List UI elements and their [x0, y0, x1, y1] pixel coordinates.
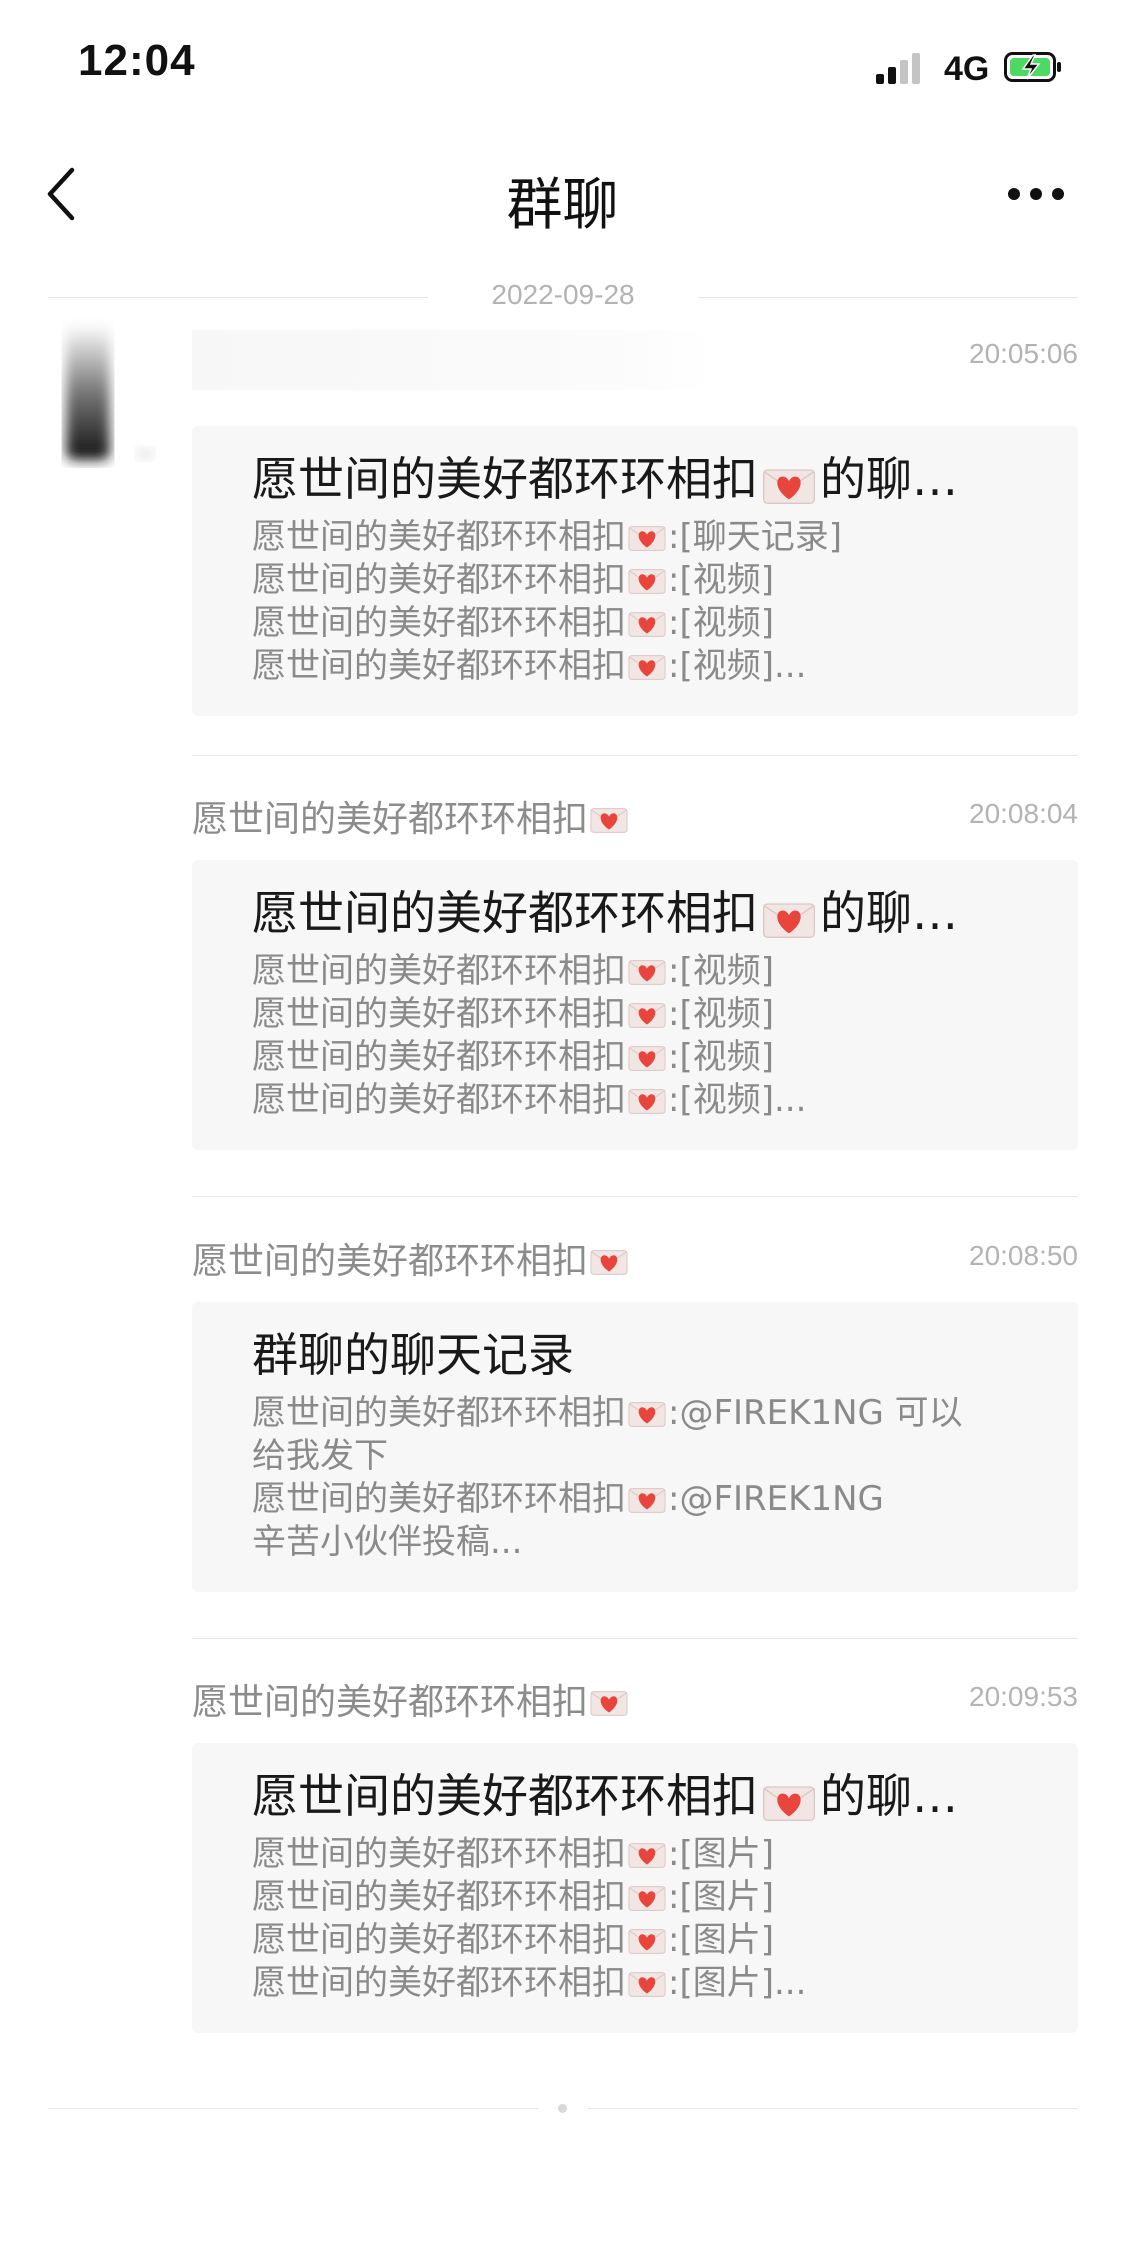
love-letter-icon [762, 459, 816, 504]
chat-record-card[interactable]: 愿世间的美好都环环相扣 的聊… 愿世间的美好都环环相扣:[视频] 愿世间的美好都环… [192, 860, 1078, 1150]
status-bar: 12:04 4G [0, 0, 1125, 120]
ellipsis-icon[interactable] [1008, 188, 1068, 202]
chat-record-card[interactable]: 愿世间的美好都环环相扣 的聊… 愿世间的美好都环环相扣:[聊天记录] 愿世间的美好… [192, 426, 1078, 716]
message-time: 20:08:50 [969, 1240, 1078, 1271]
record-line: 愿世间的美好都环环相扣:@FIREK1NG 可以 [252, 1393, 963, 1433]
love-letter-icon [628, 1084, 666, 1114]
message-time: 20:05:06 [969, 338, 1078, 369]
record-line: 愿世间的美好都环环相扣:[图片]... [252, 1963, 807, 2003]
date-divider: 2022-09-28 [48, 275, 1078, 319]
page-title: 群聊 [506, 173, 619, 238]
record-line: 愿世间的美好都环环相扣:[视频] [252, 603, 774, 643]
record-line: 愿世间的美好都环环相扣:[视频] [252, 951, 774, 991]
chat-record-card[interactable]: 群聊的聊天记录 愿世间的美好都环环相扣:@FIREK1NG 可以 给我发下 愿世… [192, 1302, 1078, 1592]
love-letter-icon [628, 1041, 666, 1071]
sender-name: 愿世间的美好都环环相扣 [192, 1232, 630, 1284]
message-item: 愿世间的美好都环环相扣 20:08:04 愿世间的美好都环环相扣 的聊… 愿世间的… [192, 790, 1078, 1180]
message-item: 愿世间的美好都环环相扣 20:09:53 愿世间的美好都环环相扣 的聊… 愿世间的… [192, 1673, 1078, 2063]
chat-record-card[interactable]: 愿世间的美好都环环相扣 的聊… 愿世间的美好都环环相扣:[图片] 愿世间的美好都环… [192, 1743, 1078, 2033]
divider [48, 2108, 538, 2109]
battery-charging-icon [1004, 52, 1064, 82]
divider [192, 755, 1078, 756]
record-line: 愿世间的美好都环环相扣:[视频] [252, 1037, 774, 1077]
love-letter-icon [628, 1397, 666, 1427]
status-time: 12:04 [78, 36, 196, 85]
love-letter-icon [590, 803, 628, 833]
record-line: 愿世间的美好都环环相扣:[图片] [252, 1877, 774, 1917]
record-line: 愿世间的美好都环环相扣:[图片] [252, 1834, 774, 1874]
card-title: 愿世间的美好都环环相扣 的聊… [252, 1769, 958, 1823]
record-line: 愿世间的美好都环环相扣:[视频] [252, 994, 774, 1034]
love-letter-icon [628, 1881, 666, 1911]
record-line: 给我发下 [252, 1436, 388, 1476]
record-line: 愿世间的美好都环环相扣:[视频]... [252, 646, 807, 686]
record-line: 辛苦小伙伴投稿... [252, 1522, 523, 1562]
message-time: 20:09:53 [969, 1681, 1078, 1712]
message-item: 20:05:06 愿世间的美好都环环相扣 的聊… 愿世间的美好都环环相扣:[聊天记… [192, 330, 1078, 720]
avatar[interactable] [50, 318, 160, 468]
record-line: 愿世间的美好都环环相扣:[视频]... [252, 1080, 807, 1120]
card-title: 群聊的聊天记录 [252, 1328, 574, 1382]
divider [192, 1196, 1078, 1197]
love-letter-icon [762, 1776, 816, 1821]
love-letter-icon [628, 607, 666, 637]
love-letter-icon [628, 650, 666, 680]
love-letter-icon [628, 1967, 666, 1997]
love-letter-icon [628, 998, 666, 1028]
cellular-signal-icon [876, 52, 920, 84]
love-letter-icon [762, 893, 816, 938]
love-letter-icon [590, 1245, 628, 1275]
record-line: 愿世间的美好都环环相扣:[图片] [252, 1920, 774, 1960]
love-letter-icon [628, 1838, 666, 1868]
record-line: 愿世间的美好都环环相扣:[聊天记录] [252, 517, 842, 557]
love-letter-icon [590, 1686, 628, 1716]
love-letter-icon [628, 1483, 666, 1513]
message-time: 20:08:04 [969, 798, 1078, 829]
card-title: 愿世间的美好都环环相扣 的聊… [252, 886, 958, 940]
record-line: 愿世间的美好都环环相扣:@FIREK1NG [252, 1479, 884, 1519]
message-item: 愿世间的美好都环环相扣 20:08:50 群聊的聊天记录 愿世间的美好都环环相扣… [192, 1232, 1078, 1622]
love-letter-icon [628, 521, 666, 551]
date-label: 2022-09-28 [491, 279, 635, 310]
love-letter-icon [628, 564, 666, 594]
divider [192, 1638, 1078, 1639]
sender-name: 愿世间的美好都环环相扣 [192, 1673, 630, 1725]
sender-name: 愿世间的美好都环环相扣 [192, 790, 630, 842]
end-dot [558, 2104, 567, 2113]
record-line: 愿世间的美好都环环相扣:[视频] [252, 560, 774, 600]
sender-name [192, 330, 712, 390]
love-letter-icon [628, 1924, 666, 1954]
network-type: 4G [944, 50, 990, 88]
nav-bar: 群聊 [0, 140, 1125, 250]
divider [588, 2108, 1078, 2109]
love-letter-icon [628, 955, 666, 985]
card-title: 愿世间的美好都环环相扣 的聊… [252, 452, 958, 506]
